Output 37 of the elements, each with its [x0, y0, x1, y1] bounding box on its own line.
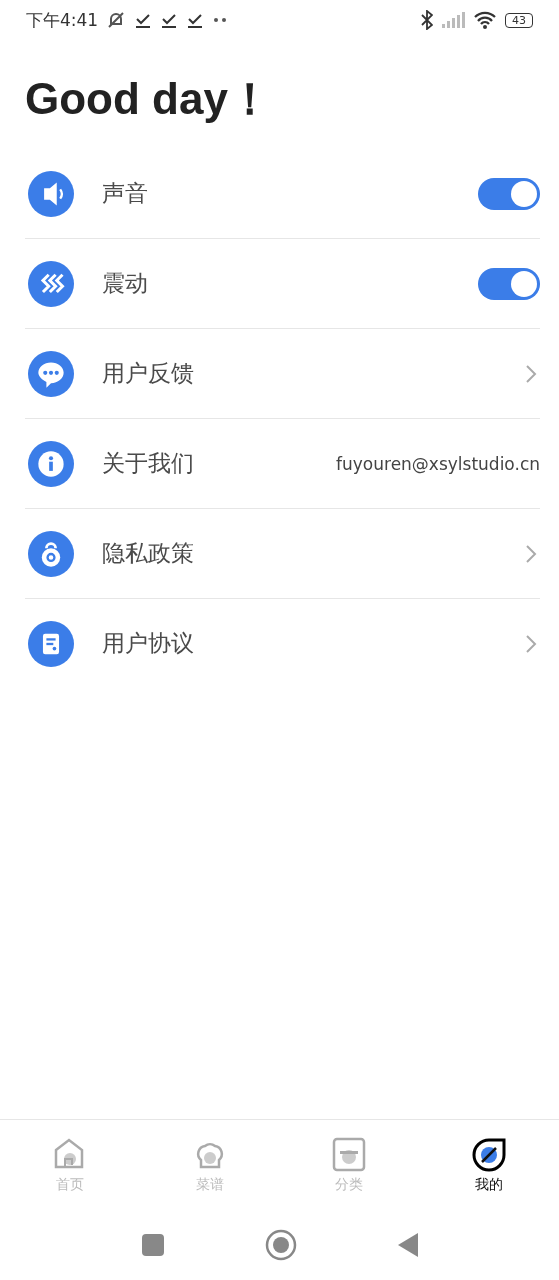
greeting-title: Good day！: [25, 73, 273, 125]
toggle-switch[interactable]: [478, 267, 540, 300]
nav-tab[interactable]: 首页: [0, 1120, 140, 1210]
speaker-icon: [28, 170, 74, 217]
chat-icon: [28, 350, 74, 397]
nav-tab[interactable]: 我的: [419, 1120, 559, 1210]
download-icon: [160, 11, 179, 29]
home-icon[interactable]: [264, 1229, 297, 1261]
setting-label: 用户协议: [102, 629, 194, 658]
setting-label: 声音: [102, 179, 148, 208]
status-time: 下午4:41: [26, 8, 99, 32]
battery-icon: 43: [505, 12, 533, 28]
bluetooth-icon: [421, 10, 433, 30]
leaf-icon: [470, 1136, 509, 1174]
setting-label: 用户反馈: [102, 359, 194, 388]
nav-tab[interactable]: 菜谱: [139, 1120, 280, 1210]
setting-label: 隐私政策: [102, 539, 194, 568]
lock-icon: [28, 530, 74, 577]
download-icon: [186, 11, 205, 29]
wifi-icon: [473, 11, 497, 29]
chevron-icon[interactable]: [524, 632, 538, 655]
info-icon: [28, 440, 74, 487]
download-icon: [134, 11, 153, 29]
back-icon[interactable]: [396, 1232, 419, 1258]
toggle-switch[interactable]: [478, 177, 540, 210]
document-icon: [28, 620, 74, 667]
setting-label: 震动: [102, 269, 148, 298]
chevron-icon[interactable]: [524, 542, 538, 565]
vibration-icon: [28, 260, 74, 307]
nav-tab[interactable]: 分类: [279, 1120, 420, 1210]
signal-icon: [441, 12, 465, 28]
recents-icon[interactable]: [140, 1233, 165, 1257]
more-icon: [212, 17, 229, 23]
setting-label: 关于我们: [102, 449, 194, 478]
email-text: fuyouren@xsylstudio.cn: [336, 453, 540, 474]
chevron-icon[interactable]: [524, 362, 538, 385]
mute-icon: [106, 10, 127, 30]
